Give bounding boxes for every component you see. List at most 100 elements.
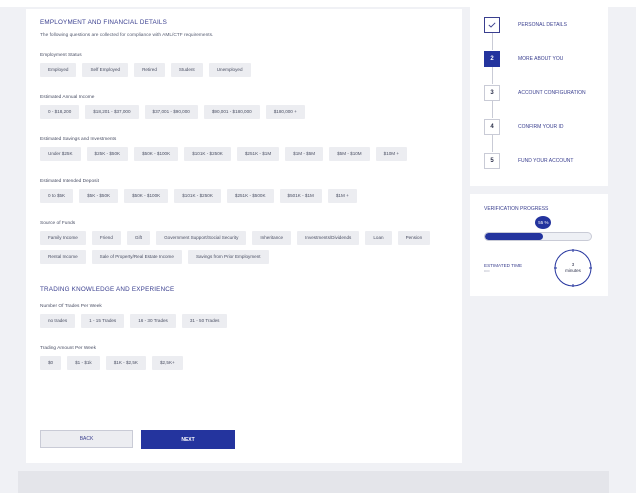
option-chip[interactable]: Gift [126,231,151,245]
option-chip[interactable]: Friend [91,231,121,245]
option-chip[interactable]: 1 - 15 Trades [81,314,125,328]
form-card: EMPLOYMENT AND FINANCIAL DETAILS The fol… [26,9,462,463]
step-connector [491,101,493,118]
form-field: Number Of Trades Per Week no trades 1 - 15… [40,304,448,328]
option-chip[interactable]: $1 - $1k [67,356,100,370]
form-field: Estimated Savings and Investments Under $… [40,137,448,161]
option-chip[interactable]: $251K - $1M [236,147,280,161]
step-label: MORE ABOUT YOU [518,56,564,62]
option-chip[interactable]: $1M - $5M [285,147,324,161]
clock-icon: 3 minutes [552,247,594,289]
option-chip[interactable]: $18,201 - $37,000 [85,105,139,119]
estimated-time-row: ESTIMATED TIME ••••• 3 minutes [484,247,594,289]
step-item: PERSONAL DETAILS [484,16,608,50]
option-chip[interactable]: $1M + [327,189,357,203]
option-chip[interactable]: $50K - $100K [134,147,179,161]
option-chip[interactable]: Investments/Dividends [297,231,360,245]
option-chip[interactable]: $5K - $50K [79,189,119,203]
option-chip-group: 0 to $5K $5K - $50K $50K - $100K $101K - $2… [40,189,448,203]
field-label: Number Of Trades Per Week [40,304,102,309]
step-badge: 4 [484,119,500,135]
step-item: 5 FUND YOUR ACCOUNT [484,152,608,170]
step-badge [484,17,500,33]
option-chip[interactable]: Self Employed [82,63,129,77]
option-chip[interactable]: $180,000 + [265,105,305,119]
progress-fill [485,233,544,240]
option-chip[interactable]: Loan [365,231,392,245]
option-chip-group: Family Income Friend Gift Government Suppor… [40,231,448,264]
option-chip[interactable]: $37,001 - $90,000 [144,105,198,119]
form-actions: BACK NEXT [40,430,235,449]
verification-title: VERIFICATION PROGRESS [484,206,549,212]
option-chip-group: Under $25K $25K - $50K $50K - $100K $101K -… [40,147,448,161]
steps-card: PERSONAL DETAILS 2 MORE ABOUT YOU 3 ACCOUNT … [470,6,608,186]
back-button[interactable]: BACK [40,430,133,448]
step-item: 2 MORE ABOUT YOU [484,50,608,84]
option-chip[interactable]: $101K - $250K [184,147,231,161]
option-chip[interactable]: Sale of Property/Real Estate Income [91,250,182,264]
clock-text: 3 minutes [552,247,594,289]
option-chip[interactable]: 16 - 30 Trades [130,314,176,328]
option-chip[interactable]: Family Income [40,231,86,245]
form-field: Employment Status Employed Self Employed Re… [40,53,448,77]
option-chip[interactable]: Pension [397,231,431,245]
option-chip[interactable]: Unemployed [208,63,251,77]
option-chip[interactable]: Government Support/Social Security [156,231,247,245]
step-connector [491,135,493,152]
page: EMPLOYMENT AND FINANCIAL DETAILS The fol… [0,0,636,493]
next-button[interactable]: NEXT [141,430,235,449]
option-chip[interactable]: $90,001 - $180,000 [203,105,260,119]
step-number: 3 [490,90,494,96]
option-chip[interactable]: 0 to $5K [40,189,74,203]
form-field: Estimated Intended Deposit 0 to $5K $5K - … [40,179,448,203]
step-badge: 2 [484,51,500,67]
form-field: Estimated Annual Income 0 - $18,200 $18,20… [40,95,448,119]
step-connector [491,67,493,84]
option-chip[interactable]: no trades [40,314,76,328]
field-label: Estimated Annual Income [40,95,95,100]
option-chip[interactable]: $101K - $250K [174,189,221,203]
field-label: Source of Funds [40,221,76,226]
trading-section-title: TRADING KNOWLEDGE AND EXPERIENCE [40,286,175,293]
option-chip-group: $0 $1 - $1k $1K - $2,5K $2,5K+ [40,356,448,370]
option-chip[interactable]: Employed [40,63,77,77]
option-chip[interactable]: Savings from Prior Employment [187,250,269,264]
option-chip[interactable]: Under $25K [40,147,81,161]
option-chip[interactable]: Rental Income [40,250,86,264]
estimated-time-subtext: ••••• [484,269,490,273]
step-connector [491,33,493,50]
field-label: Trading Amount Per Week [40,346,96,351]
employment-fields: Employment Status Employed Self Employed Re… [40,53,448,264]
verification-progress: 55 % [484,216,594,241]
option-chip[interactable]: $1K - $2,5K [105,356,146,370]
field-label: Estimated Intended Deposit [40,179,99,184]
option-chip[interactable]: Student [170,63,203,77]
step-badge: 5 [484,153,500,169]
option-chip-group: no trades 1 - 15 Trades 16 - 30 Trades 31 -… [40,314,448,328]
estimated-time-unit: minutes [565,268,581,273]
progress-badge: 55 % [535,216,552,229]
option-chip[interactable]: Retired [134,63,165,77]
option-chip[interactable]: $25K - $50K [86,147,129,161]
estimated-time-label: ESTIMATED TIME [484,263,523,268]
option-chip[interactable]: 31 - 50 Trades [181,314,228,328]
employment-section-subtitle: The following questions are collected fo… [40,33,214,38]
step-number: 4 [490,124,494,130]
step-number: 2 [490,56,494,62]
option-chip[interactable]: 0 - $18,200 [40,105,80,119]
option-chip[interactable]: $10M + [375,147,408,161]
option-chip[interactable]: $2,5K+ [152,356,183,370]
step-item: 3 ACCOUNT CONFIGURATION [484,84,608,118]
option-chip[interactable]: $251K - $500K [226,189,274,203]
form-field: Source of Funds Family Income Friend Gift Go… [40,221,448,264]
step-list: PERSONAL DETAILS 2 MORE ABOUT YOU 3 ACCOUNT … [484,16,608,170]
option-chip[interactable]: $501K - $1M [279,189,322,203]
option-chip[interactable]: $0 [40,356,62,370]
form-field: Trading Amount Per Week $0 $1 - $1k $1K - $… [40,346,448,370]
option-chip[interactable]: Inheritance [252,231,292,245]
option-chip[interactable]: $5M - $10M [329,147,370,161]
trading-fields: Number Of Trades Per Week no trades 1 - 15… [40,304,448,370]
footer-band [18,471,609,493]
field-label: Estimated Savings and Investments [40,137,117,142]
option-chip[interactable]: $50K - $100K [124,189,169,203]
